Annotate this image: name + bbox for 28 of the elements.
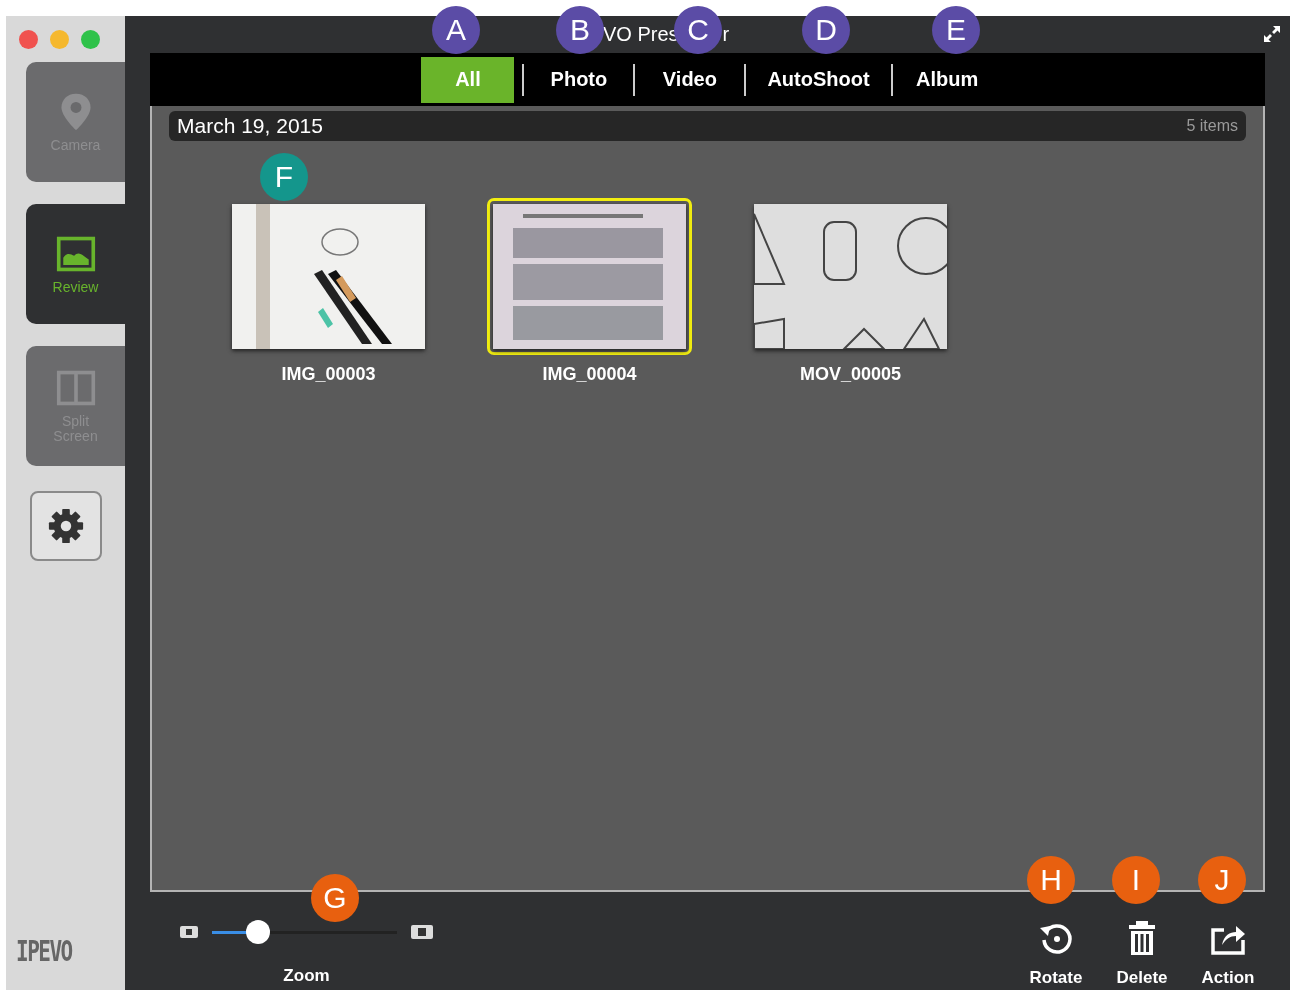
date-label: March 19, 2015 — [177, 114, 323, 138]
callout-badge: E — [932, 6, 980, 54]
logo: IPEVO — [16, 935, 74, 968]
fullscreen-icon[interactable] — [1262, 24, 1282, 44]
zoom-label: Zoom — [283, 966, 330, 986]
slider-thumb[interactable] — [245, 920, 270, 944]
split-panes-icon — [55, 368, 96, 408]
toolbar-button[interactable]: Delete — [1110, 920, 1174, 988]
sidebar-label: Review — [52, 279, 99, 295]
callout-badge: A — [432, 6, 480, 54]
file-name: MOV_00005 — [799, 364, 902, 385]
filter-tab[interactable]: AutoShoot — [754, 56, 883, 103]
settings-button[interactable] — [30, 491, 102, 561]
item-count: 5 items — [1186, 117, 1238, 135]
large-image-icon — [411, 925, 433, 939]
filter-tab[interactable]: Video — [643, 56, 737, 103]
toolbar-button[interactable]: Action — [1196, 920, 1260, 988]
small-image-icon — [180, 926, 198, 938]
file-name: IMG_00003 — [281, 364, 376, 385]
callout-badge: B — [556, 6, 604, 54]
window-title: r — [722, 23, 730, 46]
settings-icon — [47, 507, 85, 545]
filter-tab[interactable]: Photo — [532, 56, 626, 103]
filter-tab[interactable]: Album — [900, 56, 994, 103]
callout-badge: D — [802, 6, 850, 54]
toolbar-button[interactable]: Rotate — [1024, 920, 1088, 988]
file-name: IMG_00004 — [542, 364, 637, 385]
sidebar-item[interactable]: Review — [26, 204, 125, 324]
